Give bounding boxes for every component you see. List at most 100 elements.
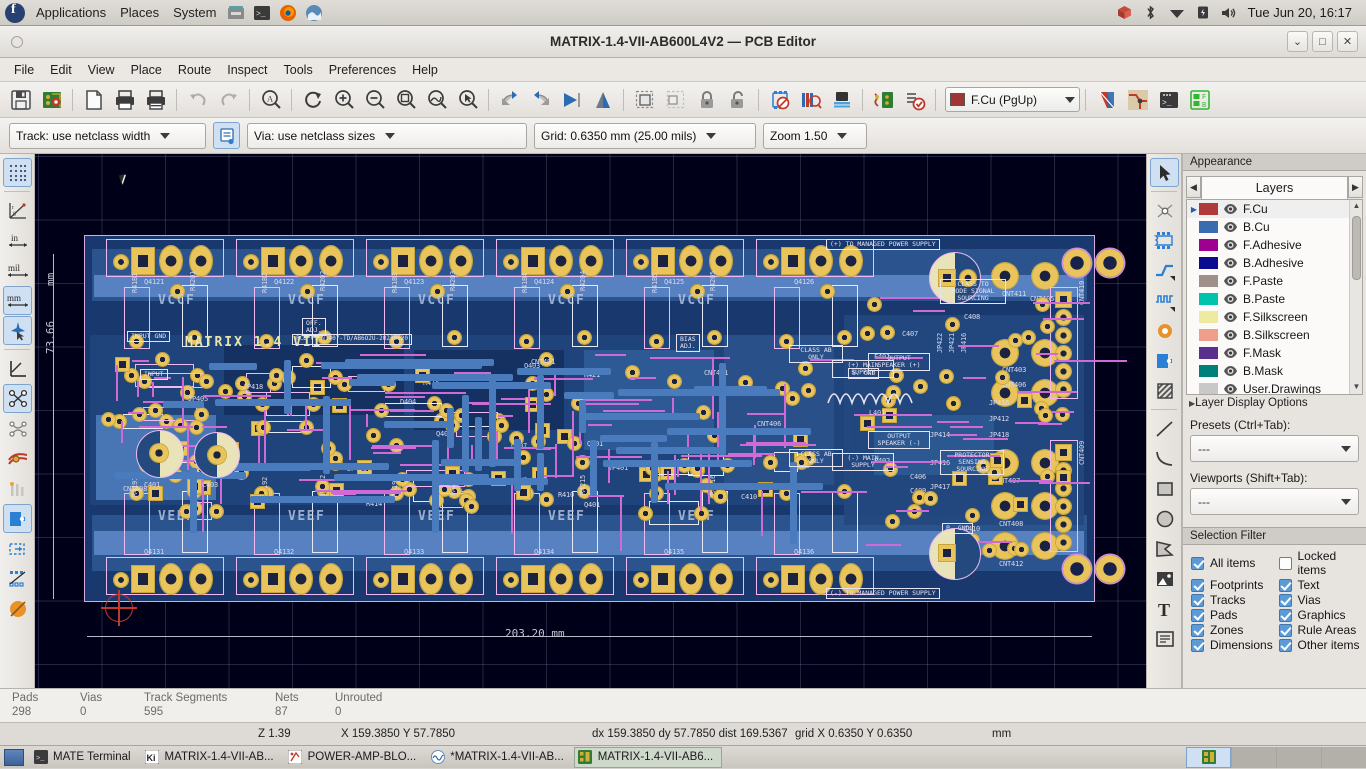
layer-row-b-mask[interactable]: B.Mask: [1187, 362, 1362, 380]
redo-icon[interactable]: [214, 85, 243, 114]
workspace-4[interactable]: [1321, 747, 1366, 768]
bluetooth-icon[interactable]: [1141, 3, 1161, 23]
ungroup-icon[interactable]: [661, 85, 690, 114]
clock[interactable]: Tue Jun 20, 16:17: [1242, 5, 1358, 20]
add-text-icon[interactable]: T: [1150, 594, 1179, 623]
filter-graphics[interactable]: Graphics: [1279, 608, 1366, 622]
rotate-cw-icon[interactable]: [526, 85, 555, 114]
volume-icon[interactable]: [1219, 3, 1239, 23]
add-image-icon[interactable]: [1150, 564, 1179, 593]
draw-rectangle-icon[interactable]: [1150, 474, 1179, 503]
taskbar-item[interactable]: POWER-AMP-BLO...: [284, 747, 426, 768]
vias-sketch-icon[interactable]: [3, 534, 32, 563]
workspace-3[interactable]: [1276, 747, 1321, 768]
layer-display-options-toggle[interactable]: ▶Layer Display Options: [1189, 397, 1363, 409]
add-zone-icon[interactable]: [1150, 346, 1179, 375]
menu-inspect[interactable]: Inspect: [219, 60, 275, 80]
eye-icon[interactable]: [1223, 383, 1238, 396]
checkbox-icon[interactable]: [1191, 624, 1204, 637]
layer-color-swatch[interactable]: [1199, 383, 1218, 395]
fedora-menu-icon[interactable]: [5, 3, 25, 23]
layer-color-swatch[interactable]: [1199, 275, 1218, 287]
zoom-selection-icon[interactable]: [453, 85, 482, 114]
tab-layers[interactable]: Layers: [1201, 176, 1348, 199]
minimize-button[interactable]: ⌄: [1287, 31, 1308, 52]
eye-icon[interactable]: [1223, 347, 1238, 360]
route-tracks-icon[interactable]: [1150, 256, 1179, 285]
layer-row-b-adhesive[interactable]: B.Adhesive: [1187, 254, 1362, 272]
battery-icon[interactable]: [1193, 3, 1213, 23]
menu-preferences[interactable]: Preferences: [321, 60, 404, 80]
flip-horizontal-icon[interactable]: [557, 85, 586, 114]
add-via-icon[interactable]: [1150, 316, 1179, 345]
active-layer-selector[interactable]: F.Cu (PgUp): [945, 87, 1080, 112]
unlock-icon[interactable]: [723, 85, 752, 114]
zoom-out-icon[interactable]: [360, 85, 389, 114]
checkbox-icon[interactable]: [1279, 609, 1292, 622]
checkbox-icon[interactable]: [1191, 639, 1204, 652]
zoom-in-icon[interactable]: [329, 85, 358, 114]
layer-row-b-silkscreen[interactable]: B.Silkscreen: [1187, 326, 1362, 344]
layer-color-swatch[interactable]: [1199, 239, 1218, 251]
firefox-icon[interactable]: [277, 2, 299, 24]
menu-view[interactable]: View: [80, 60, 123, 80]
draw-circle-icon[interactable]: [1150, 504, 1179, 533]
scripting-console-icon[interactable]: >_: [1154, 85, 1183, 114]
checkbox-icon[interactable]: [1191, 579, 1204, 592]
track-properties-icon[interactable]: [213, 122, 240, 149]
wifi-icon[interactable]: [1167, 3, 1187, 23]
filter-zones[interactable]: Zones: [1191, 623, 1279, 637]
eye-icon[interactable]: [1223, 329, 1238, 342]
eye-icon[interactable]: [1223, 257, 1238, 270]
filter-text[interactable]: Text: [1279, 578, 1366, 592]
track-width-selector[interactable]: Track: use netclass width: [9, 123, 206, 149]
add-rule-area-icon[interactable]: [1150, 376, 1179, 405]
via-size-selector[interactable]: Via: use netclass sizes: [247, 123, 527, 149]
tracks-sketch-icon[interactable]: [3, 564, 32, 593]
filter-all-items[interactable]: All items: [1191, 549, 1279, 577]
3d-viewer-icon[interactable]: [827, 85, 856, 114]
layer-row-b-paste[interactable]: B.Paste: [1187, 290, 1362, 308]
checkbox-icon[interactable]: [1191, 557, 1204, 570]
units-inches-icon[interactable]: in: [3, 226, 32, 255]
workspace-switcher-active[interactable]: [1186, 747, 1231, 768]
layer-color-swatch[interactable]: [1199, 257, 1218, 269]
group-icon[interactable]: [630, 85, 659, 114]
units-mils-icon[interactable]: mil: [3, 256, 32, 285]
ratsnest-straight-icon[interactable]: [3, 384, 32, 413]
filter-other-items[interactable]: Other items: [1279, 638, 1366, 652]
browser-icon[interactable]: [303, 2, 325, 24]
page-settings-icon[interactable]: [79, 85, 108, 114]
zoom-objects-icon[interactable]: [422, 85, 451, 114]
package-icon[interactable]: [1115, 3, 1135, 23]
full-crosshair-icon[interactable]: [3, 316, 32, 345]
eye-icon[interactable]: [1223, 203, 1238, 216]
taskbar-item[interactable]: *MATRIX-1.4-VII-AB...: [426, 747, 573, 768]
checkbox-icon[interactable]: [1279, 557, 1292, 570]
checkbox-icon[interactable]: [1279, 594, 1292, 607]
footprint-editor-icon[interactable]: [765, 85, 794, 114]
board-setup-icon[interactable]: [37, 85, 66, 114]
layer-color-swatch[interactable]: [1199, 347, 1218, 359]
menu-file[interactable]: File: [6, 60, 42, 80]
contrast-mode-icon[interactable]: [3, 594, 32, 623]
fp-checker-icon[interactable]: FB: [1185, 85, 1214, 114]
tab-scroll-left-icon[interactable]: ◀: [1186, 176, 1201, 198]
filter-locked-items[interactable]: Locked items: [1279, 549, 1366, 577]
filter-vias[interactable]: Vias: [1279, 593, 1366, 607]
find-icon[interactable]: A: [256, 85, 285, 114]
add-textbox-icon[interactable]: [1150, 624, 1179, 653]
scroll-down-icon[interactable]: ▼: [1352, 383, 1361, 392]
layer-color-swatch[interactable]: [1199, 203, 1218, 215]
pcb-board[interactable]: Q4121R41B1R4201VCCFQ4122R41B2R4202VCCFQ4…: [84, 235, 1095, 602]
drc-icon[interactable]: [900, 85, 929, 114]
scroll-up-icon[interactable]: ▲: [1352, 202, 1361, 211]
layer-row-user-drawings[interactable]: User.Drawings: [1187, 380, 1362, 395]
filter-rule-areas[interactable]: Rule Areas: [1279, 623, 1366, 637]
polar-coordinates-icon[interactable]: rθ: [3, 196, 32, 225]
pcb-canvas[interactable]: Q4121R41B1R4201VCCFQ4122R41B2R4202VCCFQ4…: [35, 154, 1146, 688]
draw-polygon-icon[interactable]: [1150, 534, 1179, 563]
eye-icon[interactable]: [1223, 311, 1238, 324]
menu-route[interactable]: Route: [170, 60, 219, 80]
layer-color-swatch[interactable]: [1199, 365, 1218, 377]
